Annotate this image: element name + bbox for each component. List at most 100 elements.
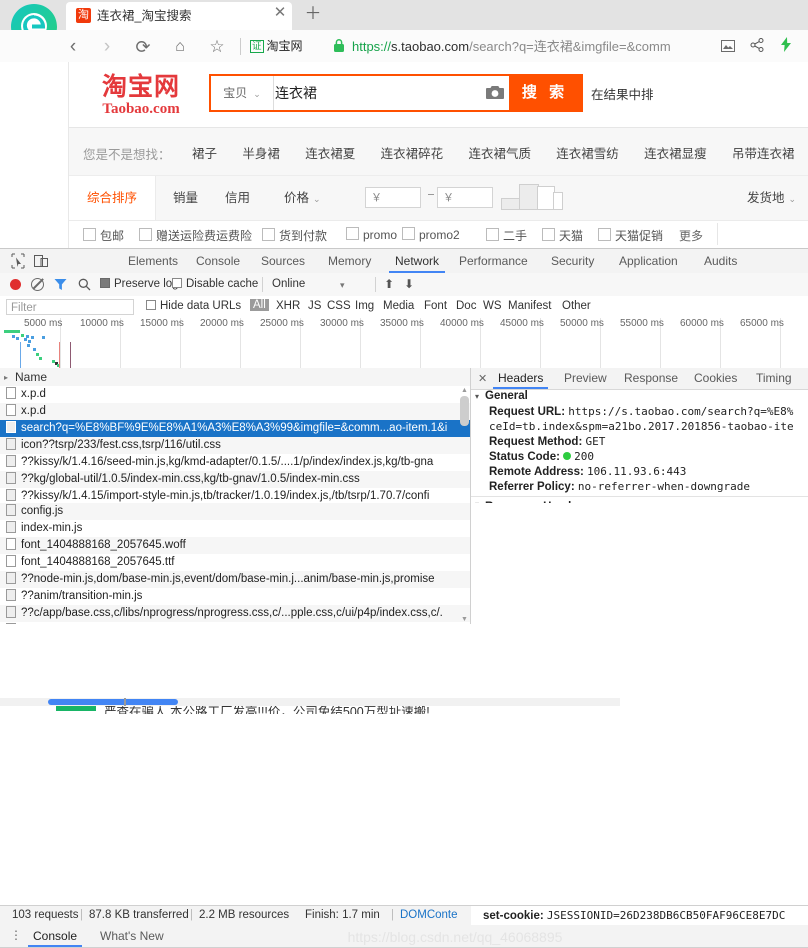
column-header-name[interactable]: Name xyxy=(15,370,47,384)
type-filter-ws[interactable]: WS xyxy=(483,300,502,312)
search-input[interactable]: 连衣裙 xyxy=(275,76,481,110)
tab-timing[interactable]: Timing xyxy=(751,368,797,389)
type-filter-manifest[interactable]: Manifest xyxy=(508,300,551,312)
filter-checkbox[interactable]: promo xyxy=(346,227,397,242)
suggestion-item[interactable]: 连衣裙气质 xyxy=(468,147,531,161)
throttling-select[interactable]: Online xyxy=(272,278,305,290)
table-row[interactable]: config.js xyxy=(0,503,470,520)
tab-sources[interactable]: Sources xyxy=(255,249,311,273)
table-row[interactable]: ??anim/transition-min.js xyxy=(0,588,470,605)
tab-security[interactable]: Security xyxy=(545,249,600,273)
export-har-icon[interactable]: ⬇ xyxy=(404,277,414,291)
tab-memory[interactable]: Memory xyxy=(322,249,377,273)
table-row[interactable]: ??kg/global-util/1.0.5/index-min.css,kg/… xyxy=(0,471,470,488)
suggestion-item[interactable]: 连衣裙夏 xyxy=(305,147,355,161)
lightning-icon[interactable] xyxy=(775,36,797,58)
table-row[interactable]: x.p.d xyxy=(0,386,470,403)
table-row[interactable]: ??c/ui/header/mods/tips.css,c/ui/tab/ind… xyxy=(0,622,470,624)
table-row[interactable]: icon??tsrp/233/fest.css,tsrp/116/util.cs… xyxy=(0,437,470,454)
record-icon[interactable] xyxy=(10,279,21,290)
tab-elements[interactable]: Elements xyxy=(122,249,184,273)
scroll-up-arrow[interactable]: ▲ xyxy=(460,386,469,395)
price-distribution-chart[interactable] xyxy=(501,184,563,210)
type-filter-js[interactable]: JS xyxy=(308,300,321,312)
sort-tab-comprehensive[interactable]: 综合排序 xyxy=(69,176,156,220)
tab-response[interactable]: Response xyxy=(619,368,683,389)
type-filter-other[interactable]: Other xyxy=(562,300,591,312)
filter-checkbox[interactable]: 二手 xyxy=(486,227,527,243)
sort-tab-credit[interactable]: 信用 xyxy=(225,176,250,220)
search-icon[interactable] xyxy=(78,278,91,291)
tab-headers[interactable]: Headers xyxy=(493,368,549,389)
table-row[interactable]: ??kissy/k/1.4.16/seed-min.js,kg/kmd-adap… xyxy=(0,454,470,471)
preserve-log-checkbox[interactable]: Preserve log xyxy=(100,278,179,291)
device-toolbar-icon[interactable] xyxy=(33,253,49,269)
section-general[interactable]: General xyxy=(471,389,808,404)
screenshot-icon[interactable] xyxy=(717,36,739,58)
table-row[interactable]: ??node-min.js,dom/base-min.js,event/dom/… xyxy=(0,571,470,588)
type-filter-media[interactable]: Media xyxy=(383,300,414,312)
status-domcontentloaded[interactable]: DOMConte xyxy=(400,909,458,921)
filter-checkbox[interactable]: promo2 xyxy=(402,227,460,242)
table-row[interactable]: font_1404888168_2057645.ttf xyxy=(0,554,470,571)
filter-checkbox[interactable]: 天猫促销 xyxy=(598,227,663,243)
browser-tab[interactable]: 淘 连衣裙_淘宝搜索 xyxy=(66,2,292,30)
type-filter-doc[interactable]: Doc xyxy=(456,300,476,312)
scroll-down-arrow[interactable]: ▼ xyxy=(460,615,469,624)
sort-tab-price[interactable]: 价格 ⌄ xyxy=(284,176,321,220)
tab-console[interactable]: Console xyxy=(190,249,246,273)
filter-checkbox[interactable]: 赠送运险费运费险 xyxy=(139,227,252,243)
chevron-right-icon[interactable]: ▸ xyxy=(4,373,8,382)
clear-icon[interactable] xyxy=(31,278,44,291)
hide-data-urls-checkbox[interactable]: Hide data URLs xyxy=(146,300,241,312)
certificate-indicator[interactable]: 证淘宝网 xyxy=(250,39,303,54)
disable-cache-checkbox[interactable]: Disable cache xyxy=(172,278,258,291)
bookmark-star-icon[interactable]: ☆ xyxy=(205,35,229,59)
table-row-selected[interactable]: search?q=%E8%BF%9E%E8%A1%A3%E8%A3%99&img… xyxy=(0,420,470,437)
address-bar-url[interactable]: https://s.taobao.com/search?q=连衣裙&imgfil… xyxy=(352,38,692,55)
share-icon[interactable] xyxy=(746,36,768,58)
filter-checkbox[interactable]: 包邮 xyxy=(83,227,124,243)
table-row[interactable]: font_1404888168_2057645.woff xyxy=(0,537,470,554)
tab-cookies[interactable]: Cookies xyxy=(689,368,742,389)
type-filter-font[interactable]: Font xyxy=(424,300,447,312)
search-category-selector[interactable]: 宝贝 ⌄ xyxy=(211,76,274,110)
suggestion-item[interactable]: 吊带连衣裙 xyxy=(732,147,795,161)
filter-more-button[interactable]: 更多 xyxy=(679,227,703,244)
tab-application[interactable]: Application xyxy=(613,249,684,273)
chevron-down-icon[interactable]: ▾ xyxy=(340,280,345,291)
suggestion-item[interactable]: 连衣裙雪纺 xyxy=(556,147,619,161)
suggestion-item[interactable]: 连衣裙显瘦 xyxy=(644,147,707,161)
horizontal-scrollbar[interactable] xyxy=(0,698,620,706)
inspect-icon[interactable] xyxy=(10,253,26,269)
taobao-logo[interactable]: 淘宝网 Taobao.com xyxy=(81,73,201,119)
close-icon[interactable]: ✕ xyxy=(478,372,487,385)
scrollbar-thumb[interactable] xyxy=(460,396,469,426)
table-row[interactable]: index-min.js xyxy=(0,520,470,537)
camera-icon[interactable] xyxy=(485,84,505,101)
filter-input[interactable]: Filter xyxy=(6,299,134,315)
table-row[interactable]: x.p.d xyxy=(0,403,470,420)
shipping-location-filter[interactable]: 发货地 ⌄ xyxy=(747,176,796,220)
search-in-results-label[interactable]: 在结果中排 xyxy=(591,84,654,103)
suggestion-item[interactable]: 裙子 xyxy=(192,147,217,161)
price-min-input[interactable]: ￥ xyxy=(365,187,421,208)
table-row[interactable]: ??kissy/k/1.4.15/import-style-min.js,tb/… xyxy=(0,488,470,503)
tab-preview[interactable]: Preview xyxy=(559,368,612,389)
type-filter-img[interactable]: Img xyxy=(355,300,374,312)
type-filter-xhr[interactable]: XHR xyxy=(276,300,300,312)
scrollbar-thumb[interactable] xyxy=(48,699,178,705)
suggestion-item[interactable]: 连衣裙碎花 xyxy=(381,147,444,161)
type-filter-css[interactable]: CSS xyxy=(327,300,351,312)
request-list-continued[interactable]: config.js index-min.js font_1404888168_2… xyxy=(0,503,471,624)
network-timeline-overview[interactable]: 5000 ms 10000 ms 15000 ms 20000 ms 25000… xyxy=(0,318,808,369)
tab-network[interactable]: Network xyxy=(389,249,446,273)
forward-icon[interactable]: › xyxy=(95,35,119,59)
reload-icon[interactable]: ⟳ xyxy=(131,35,155,59)
tab-performance[interactable]: Performance xyxy=(453,249,534,273)
price-max-input[interactable]: ￥ xyxy=(437,187,493,208)
suggestion-item[interactable]: 半身裙 xyxy=(242,147,280,161)
search-button[interactable]: 搜 索 xyxy=(509,76,581,110)
filter-icon[interactable] xyxy=(54,278,67,291)
home-icon[interactable]: ⌂ xyxy=(168,35,192,59)
